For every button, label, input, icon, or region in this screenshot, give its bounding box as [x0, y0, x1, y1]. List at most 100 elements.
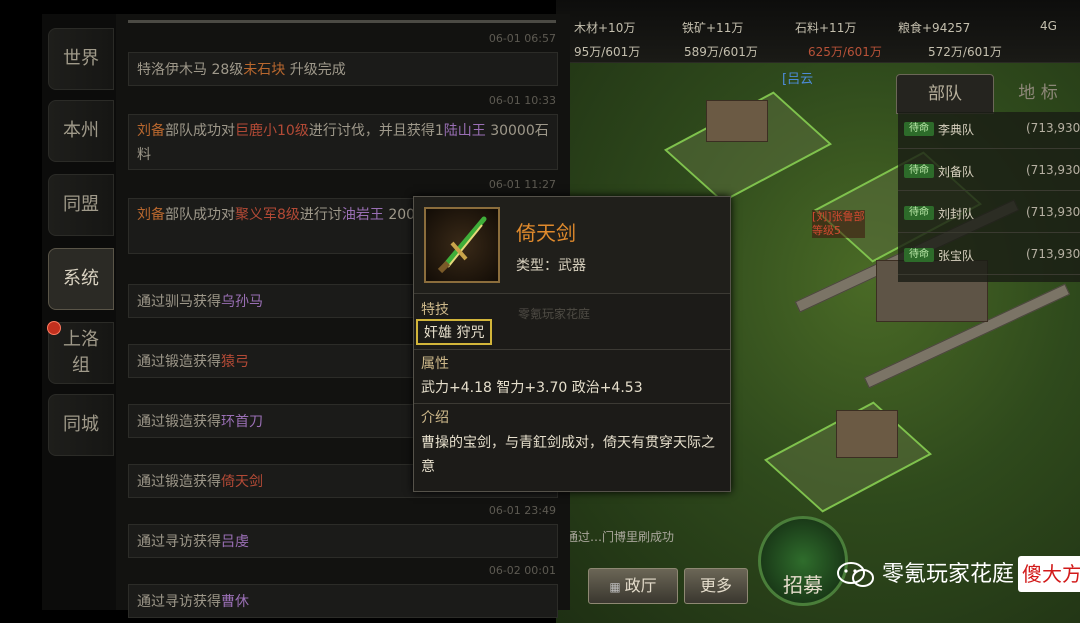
tab-group[interactable]: 上洛组	[47, 321, 114, 384]
hall-button[interactable]: ▦ 政厅	[588, 568, 678, 604]
tab-group-label: 上洛组	[63, 329, 99, 376]
message-segment[interactable]: 乌孙马	[221, 294, 263, 310]
stone-amount: 625万/601万	[808, 45, 882, 59]
timestamp: 06-01 23:49	[488, 504, 556, 517]
troop-name: 刘备队	[938, 165, 975, 179]
message-segment: 进行讨	[299, 207, 342, 223]
message-segment: 通过锻造获得	[137, 414, 221, 430]
iron-amount: 589万/601万	[684, 45, 758, 59]
message-segment[interactable]: 陆山王	[444, 123, 486, 139]
troop-name: 张宝队	[938, 249, 975, 263]
message-segment: 部队成功对	[165, 207, 235, 223]
message-segment: 进行讨伐，并且获得	[308, 123, 435, 139]
watermark: 零氪玩家花庭 傻大方	[836, 556, 1080, 592]
message-segment[interactable]: 未石块	[243, 62, 285, 78]
watermark-logo: 傻大方	[1018, 556, 1080, 592]
tab-alliance[interactable]: 同盟	[48, 174, 114, 236]
message-segment: 通过寻访获得	[137, 594, 221, 610]
message-segment: 通过驯马获得	[137, 294, 221, 310]
timestamp: 06-01 10:33	[488, 94, 556, 107]
iron-income: 铁矿+11万	[682, 21, 744, 35]
tab-city[interactable]: 同城	[48, 394, 114, 456]
tooltip-header: 倚天剑 类型：武器	[414, 197, 730, 294]
hall-label: 政厅	[624, 576, 657, 595]
tab-state[interactable]: 本州	[48, 100, 114, 162]
more-button[interactable]: 更多	[684, 568, 748, 604]
tab-landmarks[interactable]: 地 标	[996, 74, 1080, 112]
troop-coords: (713,930	[1026, 205, 1080, 219]
timestamp: 06-01 11:27	[488, 178, 556, 191]
message-segment[interactable]: 巨鹿小10级	[235, 123, 309, 139]
enemy-name: [刘]张鲁部	[812, 210, 865, 223]
enemy-level: 等级5	[812, 224, 841, 237]
message-item[interactable]: 刘备部队成功对巨鹿小10级进行讨伐，并且获得1陆山王 30000石料	[128, 114, 558, 170]
divider	[414, 403, 730, 404]
recruit-label: 招募	[783, 573, 823, 597]
timestamp: 06-01 06:57	[488, 32, 556, 45]
message-segment[interactable]: 油岩王	[342, 207, 384, 223]
skill-value[interactable]: 奸雄 狩咒	[416, 319, 493, 345]
marquee-text: 通过…门博里刷成功	[566, 530, 675, 544]
item-name: 倚天剑	[516, 221, 576, 245]
troop-coords: (713,930	[1026, 121, 1080, 135]
troop-row[interactable]: 待命 李典队 (713,930	[898, 112, 1080, 149]
enemy-label[interactable]: [刘]张鲁部 等级5	[812, 210, 865, 238]
intro-title: 介绍	[421, 410, 449, 426]
tab-troops[interactable]: 部队	[896, 74, 994, 114]
message-segment[interactable]: 刘备	[137, 123, 165, 139]
message-item[interactable]: 特洛伊木马 28级未石块 升级完成	[128, 52, 558, 86]
hall-icon: ▦	[609, 580, 625, 594]
notification-dot	[47, 321, 61, 335]
item-tooltip: 倚天剑 类型：武器 特技 零氪玩家花庭 奸雄 狩咒 属性 武力+4.18 智力+…	[413, 196, 731, 492]
food-income: 粮食+94257	[898, 21, 971, 35]
message-segment[interactable]: 猿弓	[221, 354, 249, 370]
message-segment[interactable]: 刘备	[137, 207, 165, 223]
network-status: 4G	[1040, 19, 1057, 33]
message-segment[interactable]: 环首刀	[221, 414, 263, 430]
map-building	[836, 410, 898, 458]
troop-list: 待命 李典队 (713,930 待命 刘备队 (713,930 待命 刘封队 (…	[898, 112, 1080, 282]
troop-name: 李典队	[938, 123, 975, 137]
food-amount: 572万/601万	[928, 45, 1002, 59]
troop-row[interactable]: 待命 刘备队 (713,930	[898, 154, 1080, 191]
scroll-indicator	[128, 20, 556, 23]
tab-system[interactable]: 系统	[48, 248, 114, 310]
troop-name: 刘封队	[938, 207, 975, 221]
tab-world[interactable]: 世界	[48, 28, 114, 90]
message-item[interactable]: 通过寻访获得曹休	[128, 584, 558, 618]
troop-row[interactable]: 待命 张宝队 (713,930	[898, 238, 1080, 275]
player-tag[interactable]: [吕云	[782, 68, 813, 87]
troop-coords: (713,930	[1026, 163, 1080, 177]
message-segment[interactable]: 吕虔	[221, 534, 249, 550]
attribute-value: 武力+4.18 智力+3.70 政治+4.53	[421, 380, 643, 396]
message-segment[interactable]: 聚义军8级	[235, 207, 300, 223]
message-segment: 通过寻访获得	[137, 534, 221, 550]
intro-value: 曹操的宝剑，与青釭剑成对，倚天有贯穿天际之意	[421, 435, 715, 475]
timestamp: 06-02 00:01	[488, 564, 556, 577]
divider	[414, 349, 730, 350]
message-segment: 部队成功对	[165, 123, 235, 139]
stone-income: 石料+11万	[795, 21, 857, 35]
troop-status-badge: 待命	[904, 248, 934, 262]
sword-icon	[424, 207, 500, 283]
troop-tabs: 部队 地 标	[896, 74, 1080, 114]
map-building	[706, 100, 768, 142]
skill-title: 特技	[421, 302, 449, 318]
attribute-title: 属性	[421, 356, 449, 372]
watermark-text: 零氪玩家花庭	[882, 562, 1015, 587]
ghost-watermark: 零氪玩家花庭	[518, 307, 591, 321]
troop-status-badge: 待命	[904, 122, 934, 136]
message-segment: 升级完成	[285, 62, 346, 78]
recruit-button[interactable]: 招募	[758, 516, 848, 606]
channel-sidebar: 世界 本州 同盟 系统 上洛组 同城	[42, 14, 116, 610]
wechat-icon	[837, 562, 874, 587]
item-type: 类型：武器	[516, 258, 586, 274]
wood-amount: 95万/601万	[574, 45, 641, 59]
message-segment: 通过锻造获得	[137, 354, 221, 370]
message-item[interactable]: 通过寻访获得吕虔	[128, 524, 558, 558]
message-segment[interactable]: 曹休	[221, 594, 249, 610]
troop-row[interactable]: 待命 刘封队 (713,930	[898, 196, 1080, 233]
message-segment: 特洛伊木马 28级	[137, 62, 244, 78]
troop-status-badge: 待命	[904, 164, 934, 178]
message-segment[interactable]: 倚天剑	[221, 474, 263, 490]
